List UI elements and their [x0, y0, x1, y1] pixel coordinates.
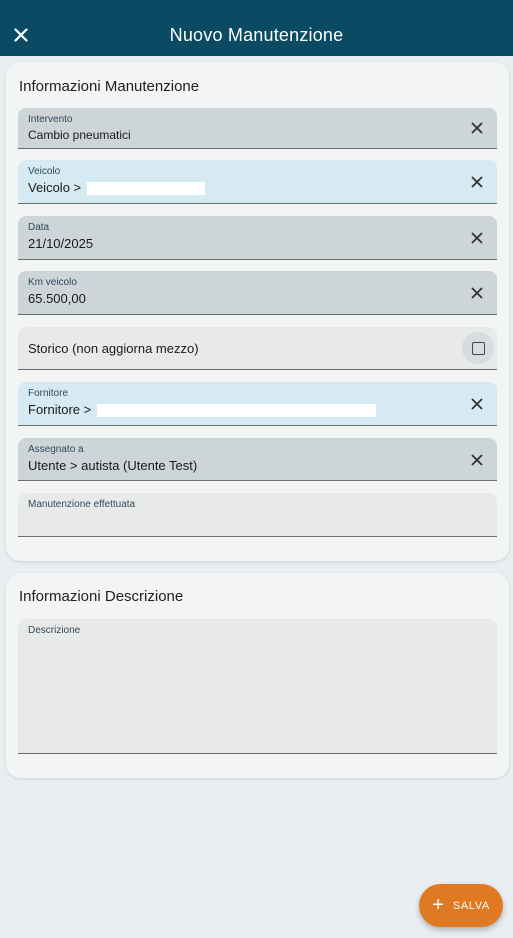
field-value: Fornitore >: [28, 402, 376, 418]
intervento-field[interactable]: Intervento Cambio pneumatici: [18, 108, 497, 149]
manutenzione-effettuata-input[interactable]: Manutenzione effettuata: [18, 493, 497, 537]
close-icon: [471, 287, 483, 299]
veicolo-prefix: Veicolo >: [28, 180, 82, 195]
storico-checkbox[interactable]: [462, 332, 494, 364]
field-label: Assegnato a: [28, 444, 84, 455]
km-veicolo-field[interactable]: Km veicolo 65.500,00: [18, 271, 497, 315]
field-label: Manutenzione effettuata: [28, 499, 136, 510]
fornitore-prefix: Fornitore >: [28, 402, 92, 417]
storico-field[interactable]: Storico (non aggiorna mezzo): [18, 327, 497, 370]
field-value: 21/10/2025: [28, 236, 94, 251]
top-app-bar: Nuovo Manutenzione: [0, 0, 513, 56]
redacted-value: [96, 404, 376, 418]
field-label: Fornitore: [28, 388, 69, 399]
close-icon: [471, 232, 483, 244]
clear-assegnato-button[interactable]: [469, 452, 485, 468]
field-label: Descrizione: [28, 625, 81, 636]
clear-fornitore-button[interactable]: [469, 396, 485, 412]
storico-label: Storico (non aggiorna mezzo): [28, 341, 199, 356]
save-label: SALVA: [452, 899, 490, 912]
close-icon: [471, 176, 483, 188]
close-icon: [471, 454, 483, 466]
info-descrizione-card: Informazioni Descrizione Descrizione: [6, 573, 509, 778]
descrizione-textarea[interactable]: Descrizione: [18, 619, 497, 754]
field-label: Intervento: [28, 114, 73, 125]
card-title: Informazioni Descrizione: [19, 588, 184, 605]
card-title: Informazioni Manutenzione: [19, 78, 200, 95]
checkbox-icon: [471, 341, 485, 355]
fornitore-field[interactable]: Fornitore Fornitore >: [18, 382, 497, 426]
save-button[interactable]: + SALVA: [419, 884, 503, 927]
assegnato-field[interactable]: Assegnato a Utente > autista (Utente Tes…: [18, 438, 497, 481]
clear-veicolo-button[interactable]: [469, 174, 485, 190]
clear-km-button[interactable]: [469, 285, 485, 301]
clear-intervento-button[interactable]: [469, 120, 485, 136]
redacted-value: [86, 182, 205, 196]
field-value: Veicolo >: [28, 180, 205, 196]
field-value: 65.500,00: [28, 291, 86, 306]
clear-data-button[interactable]: [469, 230, 485, 246]
veicolo-field[interactable]: Veicolo Veicolo >: [18, 160, 497, 204]
field-label: Veicolo: [28, 166, 61, 177]
field-label: Data: [28, 222, 50, 233]
plus-icon: +: [432, 893, 444, 916]
info-manutenzione-card: Informazioni Manutenzione Intervento Cam…: [6, 62, 509, 561]
field-value: Cambio pneumatici: [28, 128, 131, 142]
field-label: Km veicolo: [28, 277, 77, 288]
close-icon: [471, 398, 483, 410]
page-title: Nuovo Manutenzione: [169, 25, 344, 45]
field-value: Utente > autista (Utente Test): [28, 458, 198, 473]
close-icon: [471, 122, 483, 134]
data-field[interactable]: Data 21/10/2025: [18, 216, 497, 260]
